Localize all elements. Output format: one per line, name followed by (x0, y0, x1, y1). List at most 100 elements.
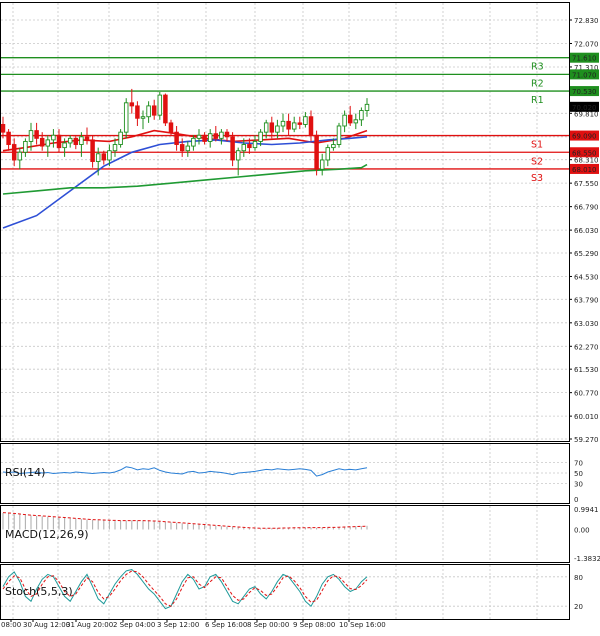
candle-body (263, 122, 269, 133)
candle-body (140, 116, 146, 119)
stoch-panel: 80 20 (1, 568, 583, 611)
candle-body (11, 144, 17, 161)
candle-body (84, 136, 90, 141)
candle-body (224, 131, 230, 138)
candle-body (308, 116, 314, 136)
candle-body (118, 131, 123, 145)
y-tick-label: 65.290 (574, 250, 599, 258)
candle-body (90, 139, 95, 162)
x-tick-label: 08:00 (1, 621, 21, 629)
y-tick-label: 59.270 (574, 436, 599, 444)
candle-body (252, 140, 258, 149)
panel-frame-stoch (0, 564, 570, 620)
macd-tick-label: 0.9941 (574, 506, 599, 514)
x-tick-label: 8 Sep 00:00 (247, 621, 289, 629)
candle-body (359, 110, 364, 121)
candle-body (280, 120, 286, 127)
candle-body (241, 144, 247, 152)
rsi-tick-label: 50 (574, 470, 583, 478)
y-tick-label: 67.550 (574, 180, 599, 188)
y-tick-label: 72.070 (574, 40, 599, 48)
macd-panel: 0.9941 0.00 -1.3832 (2, 506, 600, 563)
stoch-label: Stoch(5,5,3) (5, 585, 73, 598)
current-price-label: 70.020 (572, 104, 597, 112)
candle-body (56, 134, 62, 149)
grid-lines (1, 3, 569, 619)
x-tick-label: 9 Sep 08:00 (293, 621, 335, 629)
level-name-s1: S1 (531, 140, 543, 151)
y-tick-label: 61.530 (574, 366, 599, 374)
candle-body (336, 125, 342, 145)
candlesticks (0, 88, 370, 176)
stoch-tick-label: 80 (574, 574, 583, 582)
y-tick-label: 72.830 (574, 17, 599, 25)
macd-tick-label: 0.00 (574, 526, 590, 534)
candle-body (157, 94, 163, 116)
level-price-label: 68.550 (572, 149, 597, 157)
candle-body (34, 130, 39, 139)
candle-body (325, 147, 331, 161)
candle-body (314, 134, 319, 170)
candle-body (45, 139, 51, 147)
time-axis: 08:00 30 Aug 12:0031 Aug 20:00 2 Sep 04:00… (1, 619, 386, 629)
candle-body (230, 136, 235, 161)
candle-body (112, 144, 118, 152)
y-tick-label: 64.530 (574, 273, 599, 281)
candle-body (331, 144, 336, 149)
candle-body (219, 131, 224, 139)
candle-body (179, 144, 185, 152)
level-name-s3: S3 (531, 173, 543, 184)
level-price-label: 71.070 (572, 71, 597, 79)
level-price-label: 69.090 (572, 133, 597, 141)
candle-body (62, 142, 67, 149)
candle-body (23, 140, 28, 153)
candle-body (364, 103, 370, 111)
level-price-label: 68.010 (572, 166, 597, 174)
x-tick-label: 3 Sep 12:00 (157, 621, 199, 629)
candle-body (6, 131, 11, 145)
x-tick-label: 6 Sep 16:00 (205, 621, 247, 629)
y-tick-label: 62.270 (574, 343, 599, 351)
candle-body (185, 145, 191, 152)
candle-body (67, 137, 73, 144)
level-name-r2: R2 (531, 78, 544, 89)
y-tick-label: 66.790 (574, 204, 599, 212)
y-tick-label: 66.030 (574, 227, 599, 235)
candle-body (51, 134, 56, 141)
candle-body (342, 114, 347, 127)
candle-body (347, 114, 353, 124)
candle-body (168, 122, 174, 133)
candle-body (95, 153, 101, 162)
candle-body (269, 122, 275, 133)
candle-body (196, 134, 202, 139)
candle-body (247, 144, 252, 149)
candle-body (107, 150, 112, 161)
candle-body (174, 131, 179, 145)
rsi-panel: 70 50 30 0 (1, 460, 583, 504)
level-name-r1: R1 (531, 95, 544, 106)
candle-body (17, 151, 23, 161)
candle-body (258, 131, 263, 142)
x-tick-label: 30 Aug 12:00 (23, 621, 70, 629)
y-tick-label: 60.770 (574, 390, 599, 398)
candle-body (191, 137, 196, 147)
panel-frame-main (0, 2, 570, 442)
candle-body (291, 122, 297, 130)
candle-body (163, 94, 168, 124)
rsi-tick-label: 70 (574, 460, 583, 468)
candle-body (286, 120, 291, 130)
macd-tick-label: -1.3832 (574, 555, 600, 563)
y-tick-label: 63.790 (574, 296, 599, 304)
panel-frame-rsi (0, 443, 570, 504)
level-price-label: 71.610 (572, 55, 597, 63)
candle-body (303, 116, 308, 125)
candle-body (101, 153, 107, 161)
x-tick-label: 10 Sep 16:00 (339, 621, 386, 629)
candle-body (73, 137, 79, 145)
candle-body (207, 133, 213, 142)
candle-body (297, 122, 303, 125)
candle-body (151, 105, 157, 116)
stoch-tick-label: 20 (574, 603, 583, 611)
candle-body (202, 134, 207, 142)
candle-body (135, 105, 140, 119)
